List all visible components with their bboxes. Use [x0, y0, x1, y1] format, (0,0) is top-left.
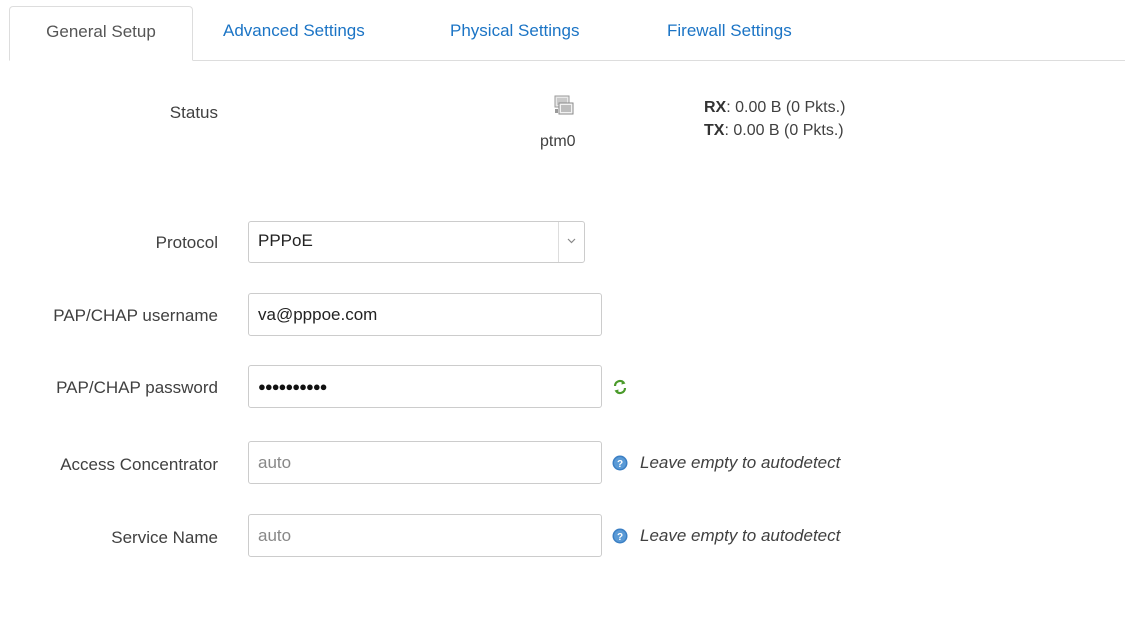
service-name-label: Service Name — [111, 528, 218, 547]
tab-firewall-settings[interactable]: Firewall Settings — [667, 6, 792, 59]
tab-general-setup[interactable]: General Setup — [9, 6, 193, 61]
status-label: Status — [169, 103, 218, 122]
rx-value: : 0.00 B (0 Pkts.) — [726, 99, 846, 116]
username-label: PAP/CHAP username — [53, 306, 218, 325]
service-name-input[interactable] — [248, 514, 602, 557]
tx-stats: TX: 0.00 B (0 Pkts.) — [704, 122, 844, 140]
protocol-selected-value: PPPoE — [258, 231, 313, 250]
password-mask: ●●●●●●●●●● — [258, 379, 328, 394]
protocol-select[interactable]: PPPoE — [248, 221, 585, 263]
svg-text:?: ? — [617, 459, 623, 470]
help-icon: ? — [612, 455, 628, 471]
refresh-icon[interactable] — [612, 379, 628, 395]
tx-value: : 0.00 B (0 Pkts.) — [724, 122, 844, 139]
svg-text:?: ? — [617, 532, 623, 543]
tab-advanced-settings[interactable]: Advanced Settings — [223, 6, 365, 59]
network-interface-icon — [553, 95, 575, 117]
password-label: PAP/CHAP password — [56, 378, 218, 397]
interface-name: ptm0 — [540, 133, 576, 150]
access-concentrator-label: Access Concentrator — [60, 455, 218, 474]
tab-physical-settings[interactable]: Physical Settings — [450, 6, 579, 59]
access-concentrator-input[interactable] — [248, 441, 602, 484]
rx-stats: RX: 0.00 B (0 Pkts.) — [704, 99, 845, 117]
rx-label: RX — [704, 99, 727, 116]
interface-settings-page: General Setup Advanced Settings Physical… — [0, 0, 1125, 622]
service-name-hint: Leave empty to autodetect — [640, 526, 841, 545]
protocol-label: Protocol — [155, 233, 218, 252]
access-concentrator-hint: Leave empty to autodetect — [640, 453, 841, 472]
tx-label: TX — [704, 122, 725, 139]
help-icon: ? — [612, 528, 628, 544]
username-input[interactable] — [248, 293, 602, 336]
chevron-down-icon[interactable] — [558, 222, 584, 262]
tab-bar: General Setup Advanced Settings Physical… — [9, 0, 1125, 61]
